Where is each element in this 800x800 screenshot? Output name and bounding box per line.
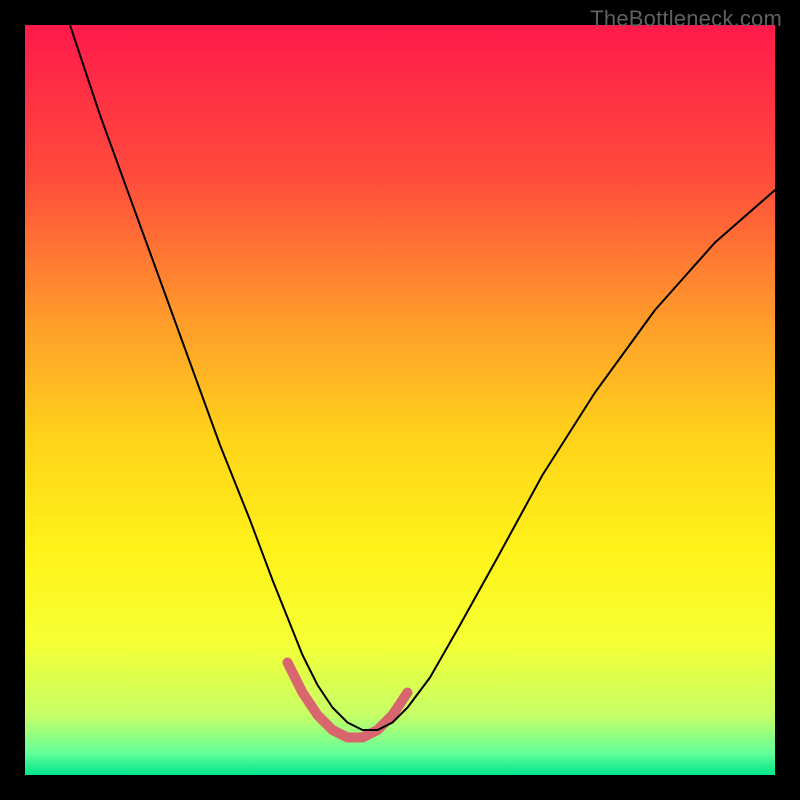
main-curve-path — [70, 25, 775, 730]
curve-layer — [25, 25, 775, 775]
chart-frame: TheBottleneck.com — [0, 0, 800, 800]
watermark-text: TheBottleneck.com — [590, 6, 782, 32]
bottom-highlight-path — [288, 663, 408, 738]
plot-area — [25, 25, 775, 775]
